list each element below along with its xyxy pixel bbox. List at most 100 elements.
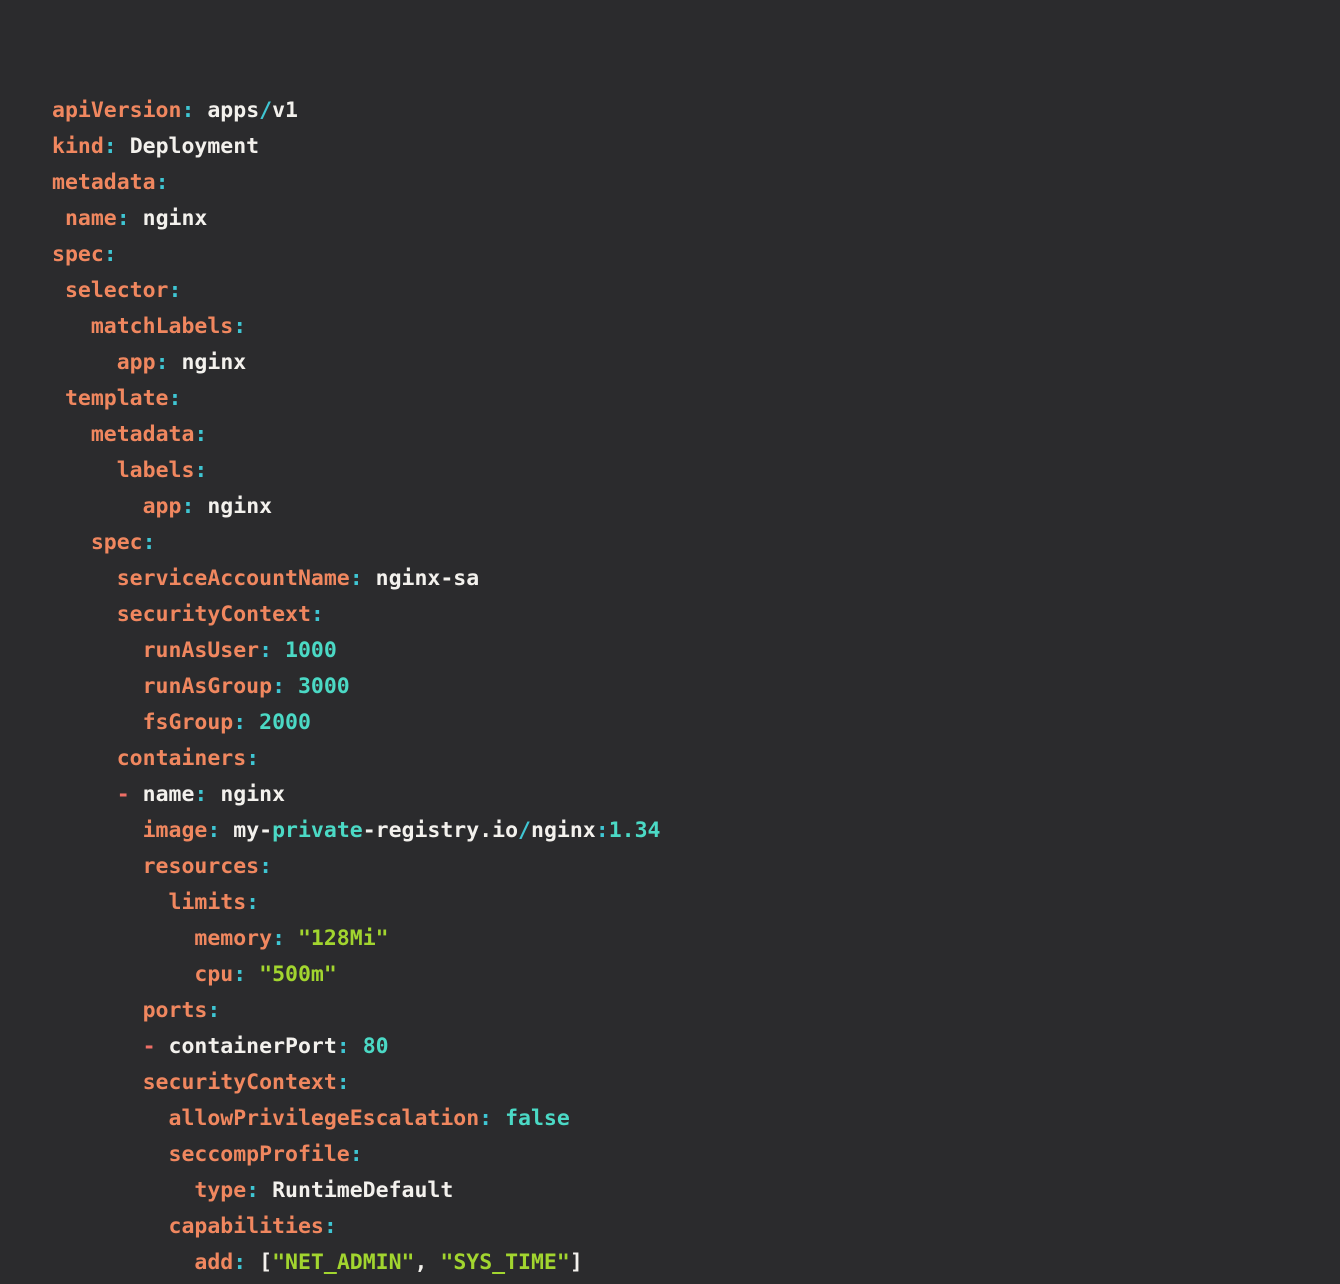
yaml-key: app [117,350,156,375]
yaml-list-dash: - [143,1034,156,1059]
yaml-whitespace [52,206,65,231]
yaml-punctuation: : [207,818,220,843]
yaml-whitespace [52,962,194,987]
yaml-whitespace [52,926,194,951]
yaml-whitespace [246,962,259,987]
yaml-plain-value: nginx-sa [376,566,480,591]
yaml-punctuation: : [246,890,259,915]
yaml-whitespace [363,566,376,591]
code-line: kind: Deployment [52,129,1324,165]
yaml-key: runAsUser [143,638,260,663]
yaml-punctuation: : [181,494,194,519]
yaml-punctuation: : [117,206,130,231]
yaml-whitespace [207,782,220,807]
code-line: spec: [52,525,1324,561]
yaml-whitespace [52,710,143,735]
code-line: capabilities: [52,1209,1324,1245]
yaml-number-or-keyword: 2000 [259,710,311,735]
yaml-key: kind [52,134,104,159]
yaml-punctuation: : [311,602,324,627]
code-line: add: ["NET_ADMIN", "SYS_TIME"] [52,1245,1324,1281]
code-line: runAsGroup: 3000 [52,669,1324,705]
yaml-whitespace [285,926,298,951]
yaml-whitespace [52,422,91,447]
yaml-punctuation: : [207,998,220,1023]
yaml-key: limits [169,890,247,915]
code-line: metadata: [52,165,1324,201]
yaml-whitespace [285,674,298,699]
code-line: - containerPort: 80 [52,1029,1324,1065]
code-line: securityContext: [52,597,1324,633]
yaml-key: containers [117,746,246,771]
yaml-whitespace [52,386,65,411]
code-line: - name: nginx [52,777,1324,813]
yaml-punctuation: : [246,1178,259,1203]
yaml-plain-value: [ [259,1250,272,1275]
yaml-punctuation: : [233,710,246,735]
yaml-code: apiVersion: apps/v1kind: Deploymentmetad… [52,93,1324,1284]
yaml-whitespace [52,890,169,915]
yaml-whitespace [220,818,233,843]
yaml-punctuation: : [246,746,259,771]
yaml-whitespace [272,638,285,663]
yaml-string: "NET_ADMIN" [272,1250,414,1275]
code-line: app: nginx [52,489,1324,525]
yaml-plain-value: name [143,782,195,807]
yaml-key: ports [143,998,208,1023]
yaml-punctuation: : [272,674,285,699]
code-line: name: nginx [52,201,1324,237]
yaml-whitespace [52,746,117,771]
yaml-punctuation: : [272,926,285,951]
yaml-punctuation: : [181,98,194,123]
yaml-number-or-keyword: private [272,818,363,843]
yaml-key: runAsGroup [143,674,272,699]
yaml-whitespace [52,494,143,519]
yaml-punctuation: : [156,170,169,195]
yaml-punctuation: / [518,818,531,843]
yaml-whitespace [246,1250,259,1275]
yaml-punctuation: : [259,638,272,663]
yaml-punctuation: : [194,782,207,807]
yaml-key: fsGroup [143,710,234,735]
yaml-punctuation: : [233,1250,246,1275]
code-line: apiVersion: apps/v1 [52,93,1324,129]
yaml-key: resources [143,854,260,879]
code-line: app: nginx [52,345,1324,381]
code-line: cpu: "500m" [52,957,1324,993]
yaml-whitespace [52,458,117,483]
yaml-key: securityContext [143,1070,337,1095]
yaml-whitespace [156,1034,169,1059]
yaml-whitespace [52,278,65,303]
yaml-punctuation: : [194,458,207,483]
yaml-whitespace [52,1070,143,1095]
code-line: ports: [52,993,1324,1029]
code-line: allowPrivilegeEscalation: false [52,1101,1324,1137]
yaml-key: selector [65,278,169,303]
yaml-key: spec [91,530,143,555]
yaml-plain-value: RuntimeDefault [272,1178,453,1203]
yaml-whitespace [52,1106,169,1131]
yaml-list-dash: - [117,782,130,807]
code-line: securityContext: [52,1065,1324,1101]
yaml-plain-value: nginx [207,494,272,519]
yaml-key: image [143,818,208,843]
yaml-whitespace [52,350,117,375]
yaml-whitespace [492,1106,505,1131]
yaml-punctuation: : [233,314,246,339]
yaml-whitespace [52,1214,169,1239]
yaml-whitespace [259,1178,272,1203]
code-line: serviceAccountName: nginx-sa [52,561,1324,597]
yaml-plain-value: ] [570,1250,583,1275]
yaml-punctuation: : [350,1142,363,1167]
yaml-plain-value: nginx [143,206,208,231]
yaml-key: serviceAccountName [117,566,350,591]
yaml-number-or-keyword: 1000 [285,638,337,663]
yaml-punctuation: : [324,1214,337,1239]
yaml-key: seccompProfile [169,1142,350,1167]
yaml-whitespace [52,1250,194,1275]
yaml-key: spec [52,242,104,267]
yaml-whitespace [246,710,259,735]
yaml-whitespace [117,134,130,159]
yaml-key: metadata [91,422,195,447]
yaml-plain-value: containerPort [169,1034,337,1059]
